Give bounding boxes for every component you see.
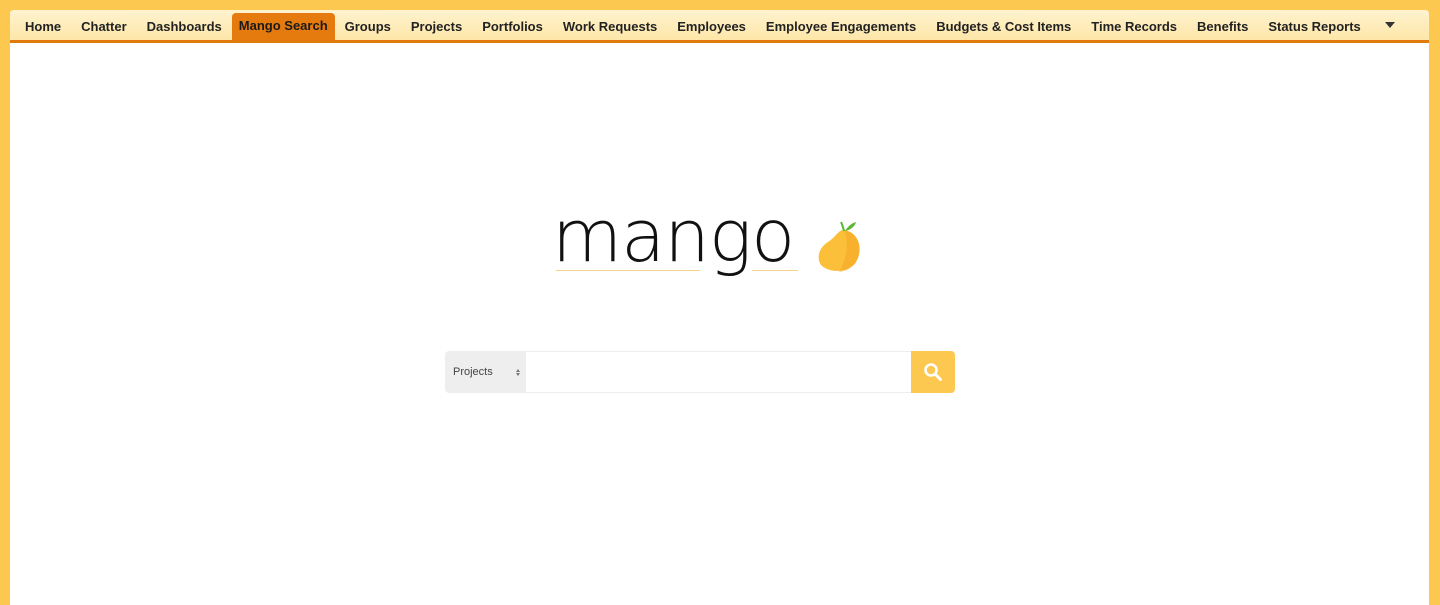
tab-groups[interactable]: Groups bbox=[335, 12, 401, 39]
logo-underline-left bbox=[556, 270, 700, 271]
logo-wordmark: mango bbox=[552, 194, 795, 278]
search-scope-select[interactable]: Projects bbox=[445, 351, 526, 393]
tab-projects[interactable]: Projects bbox=[401, 12, 472, 39]
tab-employees[interactable]: Employees bbox=[667, 12, 756, 39]
magnifier-icon bbox=[924, 363, 942, 381]
tab-dashboards[interactable]: Dashboards bbox=[137, 12, 232, 39]
tab-work-requests[interactable]: Work Requests bbox=[553, 12, 667, 39]
logo-underline-right bbox=[752, 270, 798, 271]
tab-benefits[interactable]: Benefits bbox=[1187, 12, 1258, 39]
search-button[interactable] bbox=[911, 351, 955, 393]
tab-home[interactable]: Home bbox=[15, 12, 71, 39]
mango-logo: mango bbox=[552, 200, 862, 290]
tab-bar: Home Chatter Dashboards Mango Search Gro… bbox=[10, 10, 1429, 43]
search-scope-label: Projects bbox=[453, 366, 493, 378]
tab-budgets-cost-items[interactable]: Budgets & Cost Items bbox=[926, 12, 1081, 39]
tab-employee-engagements[interactable]: Employee Engagements bbox=[756, 12, 926, 39]
select-arrows-icon bbox=[516, 368, 520, 376]
search-bar: Projects bbox=[445, 351, 955, 393]
tab-chatter[interactable]: Chatter bbox=[71, 12, 137, 39]
tab-mango-search[interactable]: Mango Search bbox=[231, 13, 335, 40]
mango-fruit-icon bbox=[818, 221, 860, 272]
tab-time-records[interactable]: Time Records bbox=[1081, 12, 1187, 39]
tab-portfolios[interactable]: Portfolios bbox=[472, 12, 553, 39]
search-input[interactable] bbox=[526, 351, 911, 393]
more-tabs-button[interactable] bbox=[1371, 12, 1405, 39]
caret-down-icon bbox=[1384, 22, 1395, 28]
tab-status-reports[interactable]: Status Reports bbox=[1258, 12, 1370, 39]
app-frame: Home Chatter Dashboards Mango Search Gro… bbox=[10, 10, 1429, 605]
